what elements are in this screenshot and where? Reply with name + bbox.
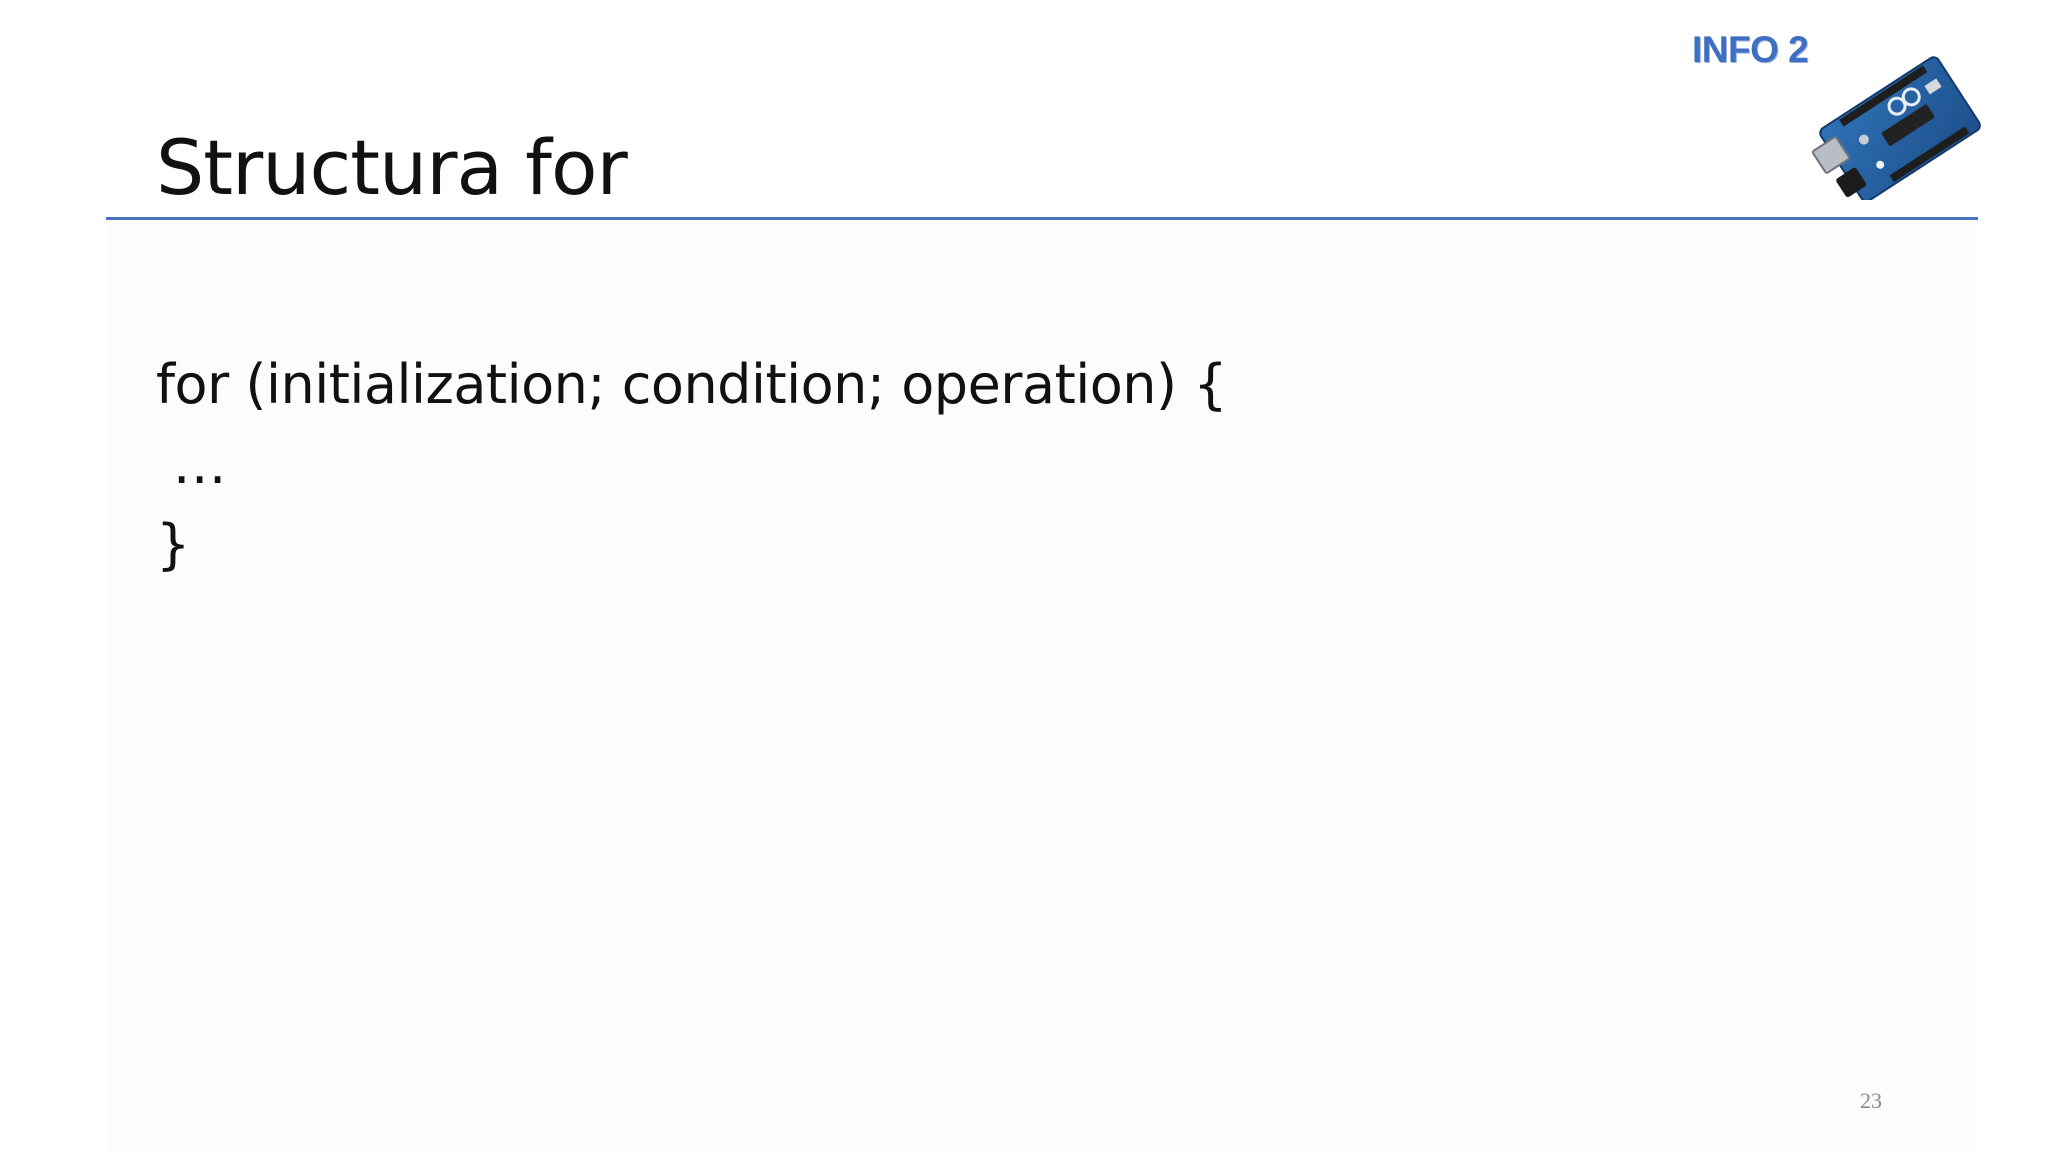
code-line: }: [156, 513, 190, 576]
code-block: for (initialization; condition; operatio…: [156, 345, 1228, 585]
code-line: …: [156, 433, 227, 496]
code-line: for (initialization; condition; operatio…: [156, 353, 1228, 416]
slide: INFO 2 Structura for for (initialization…: [0, 0, 2048, 1152]
arduino-board-icon: [1811, 56, 1981, 200]
page-number: 23: [1860, 1088, 1882, 1113]
brand-label: INFO 2: [1692, 29, 1809, 70]
slide-title: Structura for: [156, 123, 628, 212]
title-divider: [106, 217, 1978, 220]
